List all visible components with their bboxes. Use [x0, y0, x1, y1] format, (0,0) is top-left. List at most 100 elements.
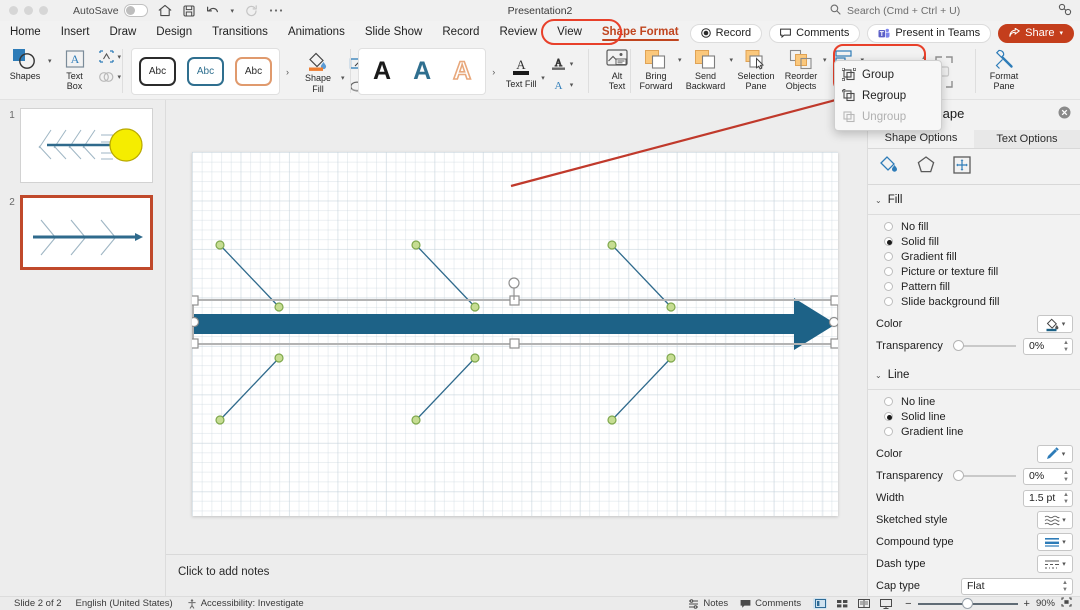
slide-canvas[interactable]	[192, 152, 838, 516]
autosave-control[interactable]: AutoSave	[73, 4, 148, 17]
text-fill-button[interactable]: A Text Fill	[501, 51, 541, 89]
radio-pattern-fill[interactable]	[884, 282, 893, 291]
dash-type-picker[interactable]: ▾	[1037, 555, 1073, 573]
text-effects-button[interactable]: A ▾	[550, 78, 574, 92]
line-transparency-stepper[interactable]: ▲ ▼	[1063, 470, 1069, 483]
accessibility-status[interactable]: Accessibility: Investigate	[187, 598, 304, 609]
radio-gradient-line[interactable]	[884, 427, 893, 436]
format-shape-pane[interactable]: Format Shape Shape Options Text Options …	[867, 100, 1080, 596]
format-pane-button[interactable]: Format Pane	[980, 43, 1028, 91]
line-color-picker[interactable]: ▾	[1037, 445, 1073, 463]
shape-style-2[interactable]: Abc	[187, 57, 224, 86]
edit-shape-button[interactable]: ▾	[98, 49, 122, 64]
tab-draw[interactable]: Draw	[99, 21, 146, 43]
fill-transparency-stepper[interactable]: ▲ ▼	[1063, 340, 1069, 353]
send-backward-button[interactable]: Send Backward	[682, 43, 730, 91]
shapes-button[interactable]: Shapes	[2, 43, 48, 81]
compound-type-picker[interactable]: ▾	[1037, 533, 1073, 551]
close-icon[interactable]	[1058, 106, 1071, 119]
fill-transparency-knob[interactable]	[952, 340, 964, 351]
fill-transparency-input[interactable]: 0% ▲ ▼	[1023, 337, 1073, 355]
tab-slide-show[interactable]: Slide Show	[355, 21, 433, 43]
minimize-window-button[interactable]	[24, 6, 33, 15]
radio-slide-background-fill[interactable]	[884, 297, 893, 306]
fill-option-no-fill[interactable]: No fill	[868, 219, 1080, 234]
fill-color-picker[interactable]: ▾	[1037, 315, 1073, 333]
shape-style-3[interactable]: Abc	[235, 57, 272, 86]
fill-option-picture-fill[interactable]: Picture or texture fill	[868, 264, 1080, 279]
shape-fill-button[interactable]: Shape Fill	[295, 45, 341, 94]
chevron-down-icon[interactable]: ⌄	[875, 196, 882, 205]
menu-item-regroup[interactable]: Regroup	[835, 85, 941, 106]
comments-button[interactable]: Comments	[769, 23, 861, 43]
share-button[interactable]: Share ▾	[998, 23, 1074, 43]
more-options-icon[interactable]	[269, 8, 283, 13]
tab-insert[interactable]: Insert	[51, 21, 100, 43]
slide-sorter-button[interactable]	[835, 598, 849, 609]
wordart-more-caret[interactable]: ›	[492, 67, 495, 77]
tab-transitions[interactable]: Transitions	[202, 21, 278, 43]
wordart-styles-gallery[interactable]: A A A	[358, 48, 487, 95]
selection-pane-button[interactable]: Selection Pane	[733, 43, 779, 91]
window-controls[interactable]	[9, 6, 48, 15]
edit-shape-caret[interactable]: ▾	[118, 53, 122, 61]
search-input[interactable]: Search (Cmd + Ctrl + U)	[822, 2, 1050, 19]
wordart-style-1[interactable]: A	[373, 59, 391, 84]
notes-toggle[interactable]: Notes	[688, 598, 728, 609]
autosave-toggle[interactable]	[123, 4, 148, 17]
text-effects-caret[interactable]: ▾	[570, 81, 574, 89]
tab-record[interactable]: Record	[432, 21, 489, 43]
fill-section-header[interactable]: ⌄ Fill	[868, 190, 1080, 210]
slide-show-button[interactable]	[879, 598, 893, 609]
line-option-no-line[interactable]: No line	[868, 394, 1080, 409]
wordart-style-3[interactable]: A	[452, 58, 472, 85]
zoom-level-label[interactable]: 90%	[1036, 598, 1055, 609]
undo-dropdown-caret[interactable]: ▾	[231, 7, 235, 15]
effects-icon[interactable]	[916, 155, 936, 178]
comments-toggle[interactable]: Comments	[740, 598, 801, 609]
line-color-caret[interactable]: ▾	[1062, 450, 1066, 458]
present-in-teams-button[interactable]: Present in Teams	[867, 23, 992, 43]
undo-icon[interactable]	[206, 5, 220, 17]
fill-option-pattern-fill[interactable]: Pattern fill	[868, 279, 1080, 294]
line-width-stepper[interactable]: ▲ ▼	[1063, 492, 1069, 505]
line-width-input[interactable]: 1.5 pt ▲ ▼	[1023, 489, 1073, 507]
line-transparency-slider[interactable]	[952, 470, 1016, 482]
tab-shape-format[interactable]: Shape Format	[592, 21, 689, 43]
radio-no-fill[interactable]	[884, 222, 893, 231]
radio-picture-fill[interactable]	[884, 267, 893, 276]
compound-type-caret[interactable]: ▾	[1062, 538, 1066, 546]
fit-to-window-icon[interactable]	[1061, 597, 1072, 610]
line-option-gradient-line[interactable]: Gradient line	[868, 424, 1080, 439]
menu-item-group[interactable]: Group	[835, 64, 941, 85]
fill-option-gradient-fill[interactable]: Gradient fill	[868, 249, 1080, 264]
fill-option-slide-background-fill[interactable]: Slide background fill	[868, 294, 1080, 309]
line-transparency-knob[interactable]	[952, 470, 964, 481]
radio-solid-line[interactable]	[884, 412, 893, 421]
zoom-in-button[interactable]: +	[1024, 598, 1030, 610]
shape-style-1[interactable]: Abc	[139, 57, 176, 86]
tab-review[interactable]: Review	[489, 21, 547, 43]
language-indicator[interactable]: English (United States)	[76, 598, 173, 609]
tab-home[interactable]: Home	[0, 21, 51, 43]
text-box-button[interactable]: A Text Box	[52, 43, 98, 91]
sketched-style-caret[interactable]: ▾	[1062, 516, 1066, 524]
fill-color-caret[interactable]: ▾	[1062, 320, 1066, 328]
tab-design[interactable]: Design	[146, 21, 202, 43]
bring-forward-button[interactable]: Bring Forward	[634, 43, 678, 91]
ribbon-display-options-icon[interactable]	[1058, 3, 1072, 19]
line-section-header[interactable]: ⌄ Line	[868, 365, 1080, 385]
slide-counter[interactable]: Slide 2 of 2	[14, 598, 62, 609]
chevron-down-icon-line[interactable]: ⌄	[875, 371, 882, 380]
radio-solid-fill[interactable]	[884, 237, 893, 246]
text-fill-caret[interactable]: ▾	[541, 74, 545, 82]
close-window-button[interactable]	[9, 6, 18, 15]
cap-type-stepper[interactable]: ▲ ▼	[1062, 580, 1068, 593]
tab-animations[interactable]: Animations	[278, 21, 355, 43]
merge-shapes-button[interactable]: ▾	[98, 70, 121, 84]
tab-text-options[interactable]: Text Options	[974, 130, 1080, 148]
slide-thumbnail-2[interactable]	[20, 195, 153, 270]
zoom-slider[interactable]	[917, 598, 1018, 609]
shape-styles-more-caret[interactable]: ›	[286, 67, 289, 77]
wordart-style-2[interactable]: A	[413, 59, 431, 84]
